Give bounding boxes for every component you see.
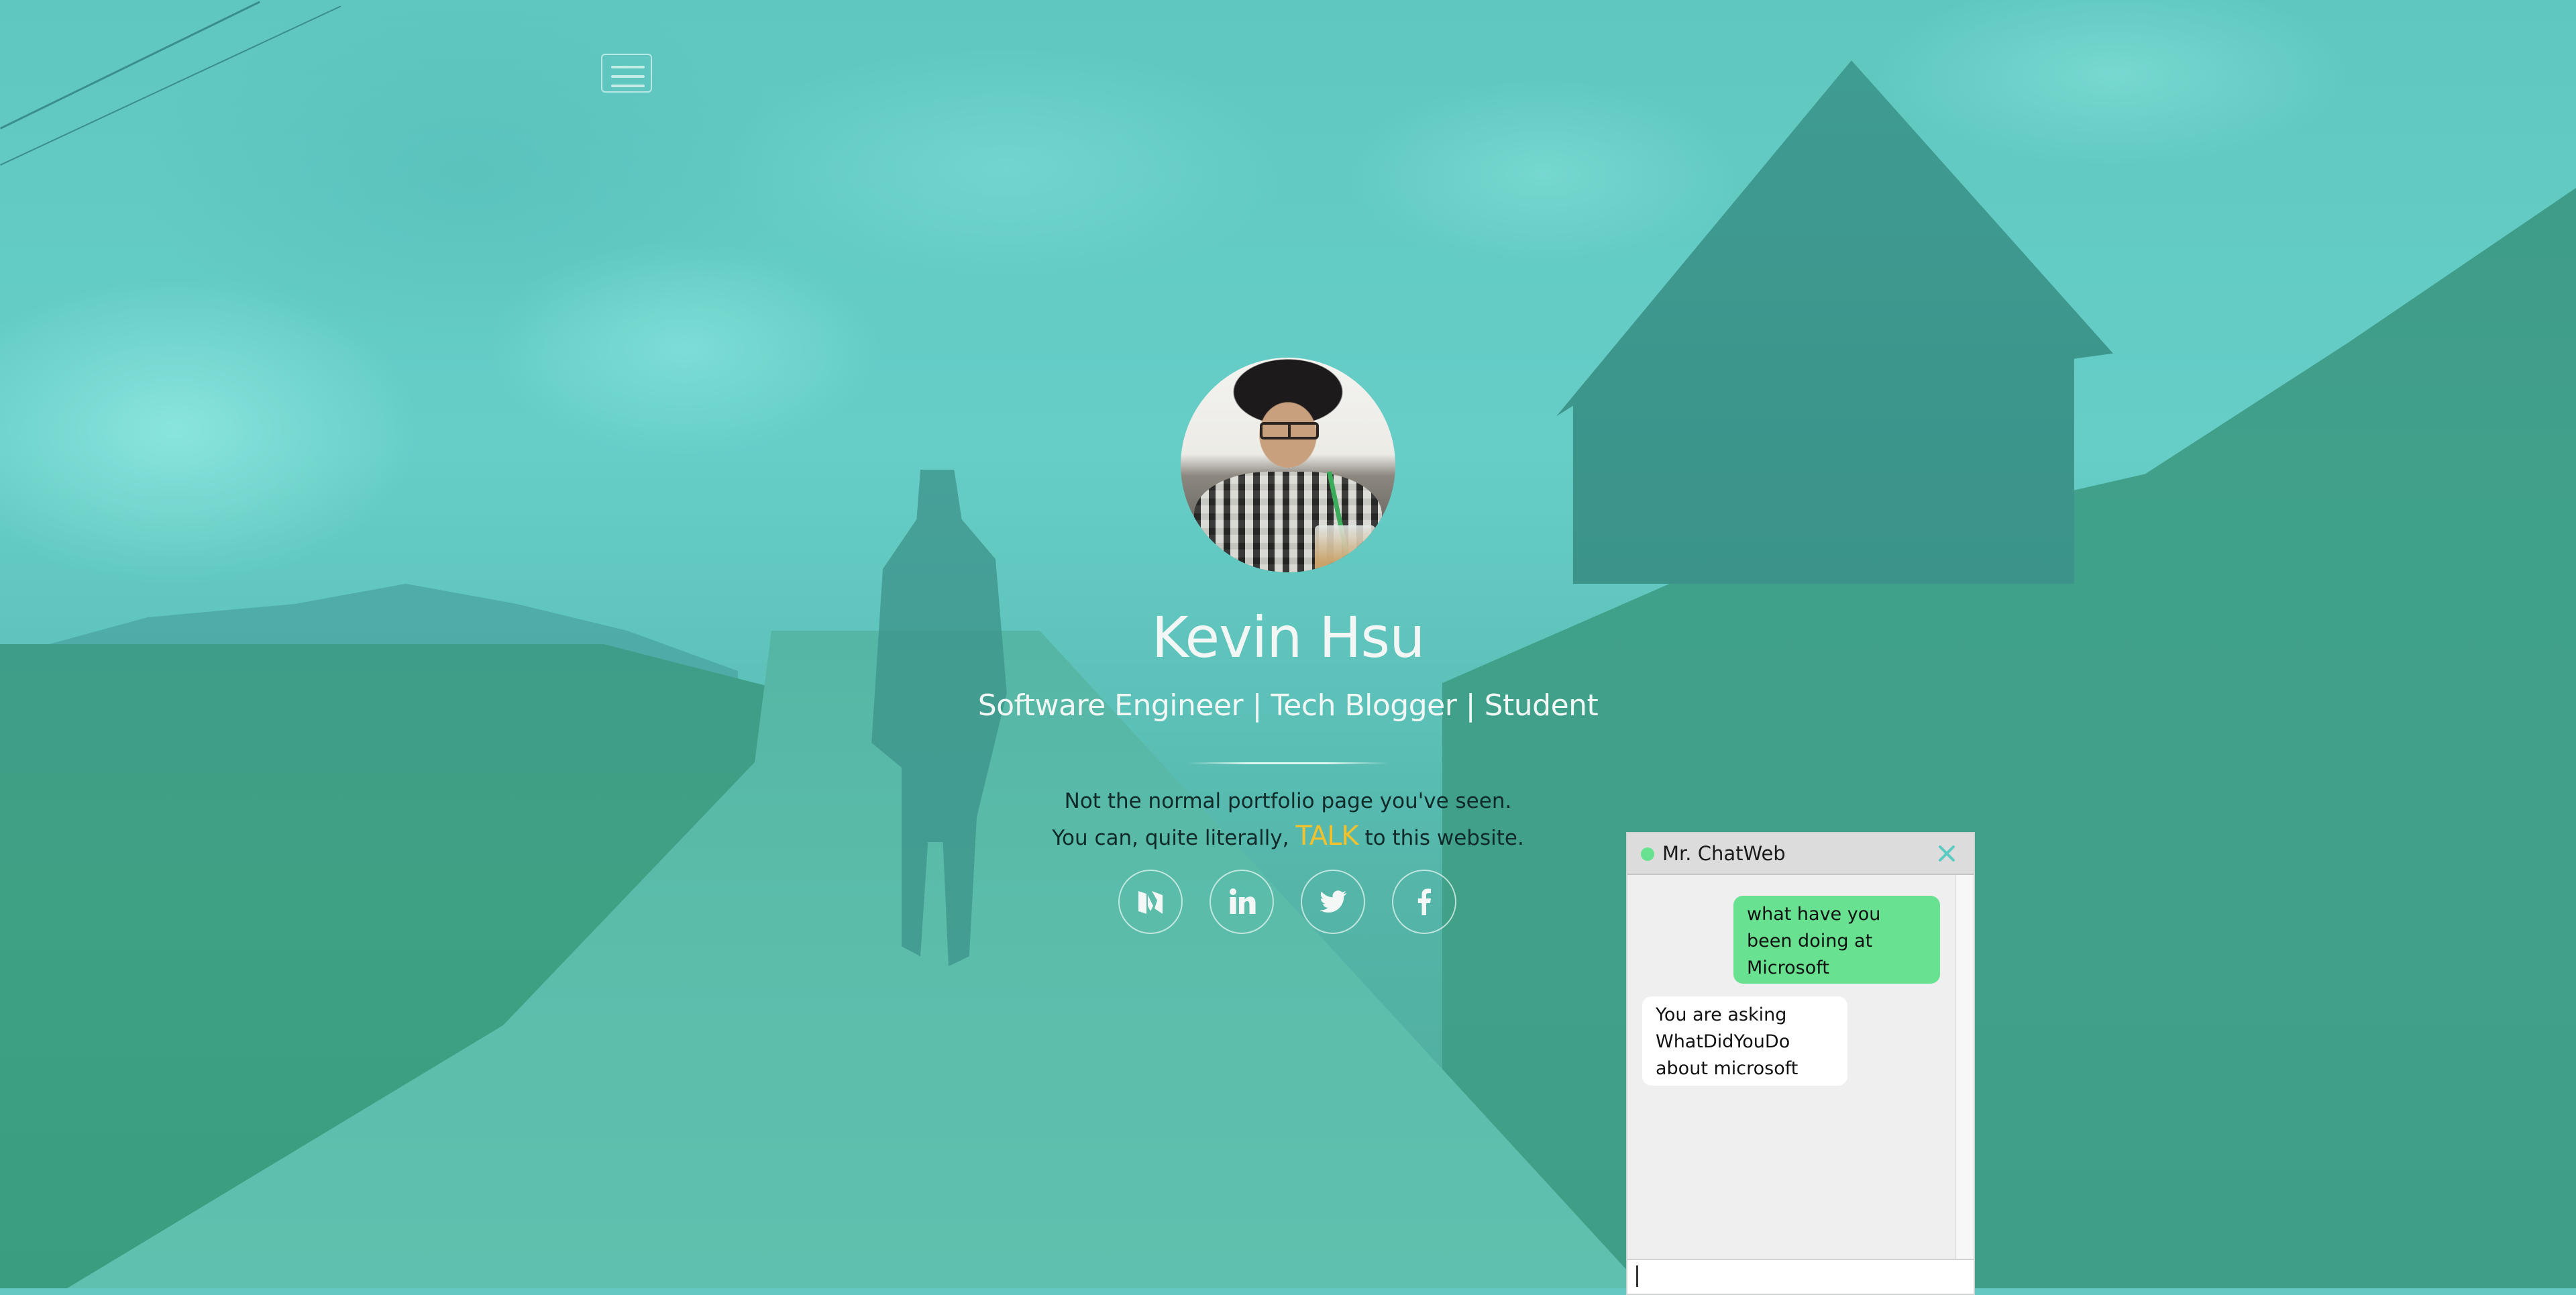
- linkedin-icon: [1230, 888, 1256, 914]
- user-message: what have you been doing at Microsoft: [1733, 896, 1940, 984]
- facebook-icon: [1417, 888, 1431, 915]
- avatar-cup: [1315, 525, 1375, 572]
- chat-header[interactable]: Mr. ChatWeb: [1627, 833, 1974, 875]
- page-title: Kevin Hsu: [1151, 605, 1426, 670]
- twitter-link[interactable]: [1301, 870, 1365, 934]
- text-cursor: [1636, 1265, 1638, 1287]
- medium-icon: [1138, 891, 1163, 914]
- avatar-glasses: [1260, 422, 1319, 439]
- hamburger-line: [611, 75, 645, 78]
- linkedin-link[interactable]: [1210, 870, 1274, 934]
- bot-message: You are asking WhatDidYouDo about micros…: [1642, 996, 1847, 1086]
- close-icon[interactable]: [1936, 843, 1957, 864]
- twitter-icon: [1320, 890, 1347, 913]
- chat-input-area[interactable]: [1627, 1259, 1974, 1294]
- hamburger-menu-button[interactable]: [601, 54, 652, 93]
- hamburger-line: [611, 66, 645, 68]
- medium-link[interactable]: [1118, 870, 1183, 934]
- tagline-text: You can, quite literally,: [1052, 826, 1289, 850]
- facebook-link[interactable]: [1392, 870, 1456, 934]
- divider: [1188, 762, 1388, 764]
- subtitle: Software Engineer | Tech Blogger | Stude…: [977, 688, 1599, 723]
- tagline-line-2: You can, quite literally, TALK to this w…: [0, 801, 2576, 856]
- chat-scrollbar[interactable]: [1955, 875, 1974, 1259]
- avatar: [1181, 358, 1395, 572]
- chat-messages: what have you been doing at Microsoft Yo…: [1627, 875, 1955, 1259]
- chat-title: Mr. ChatWeb: [1662, 842, 1786, 865]
- tagline-text: to this website.: [1364, 826, 1524, 850]
- talk-highlight[interactable]: TALK: [1295, 821, 1358, 851]
- chat-input[interactable]: [1627, 1260, 1974, 1294]
- online-status-icon: [1641, 847, 1654, 861]
- hamburger-line: [611, 85, 645, 87]
- chat-widget: Mr. ChatWeb what have you been doing at …: [1626, 832, 1975, 1295]
